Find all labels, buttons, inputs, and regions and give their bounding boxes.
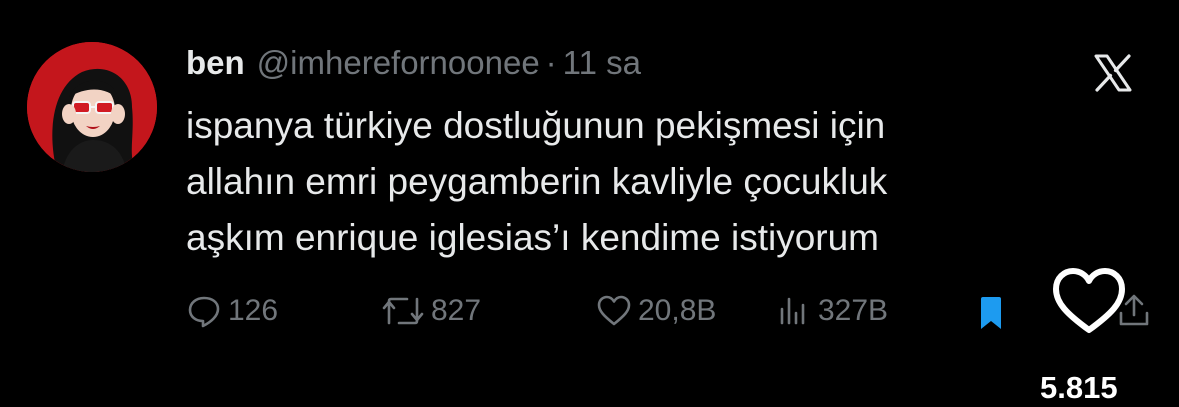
like-count: 20,8B	[638, 294, 717, 327]
retweet-button[interactable]: 827	[381, 288, 481, 334]
separator-dot: ·	[545, 44, 557, 81]
tweet-header: ben @imherefornoonee · 11 sa	[186, 44, 641, 86]
overlay-like-count: 5.815	[1040, 370, 1118, 405]
views-icon	[780, 297, 805, 325]
avatar-illustration-icon	[27, 42, 157, 172]
tweet-text: ispanya türkiye dostluğunun pekişmesi iç…	[186, 98, 1086, 266]
bookmark-button[interactable]	[976, 291, 1006, 337]
retweet-icon	[382, 297, 424, 325]
reply-icon	[188, 296, 220, 328]
tweet-action-bar: 126 827 20,8B 327B	[186, 288, 1149, 337]
like-button[interactable]: 20,8B	[596, 288, 716, 334]
heart-icon	[597, 295, 631, 326]
user-handle[interactable]: @imherefornoonee	[257, 44, 540, 82]
timestamp[interactable]: 11 sa	[563, 44, 641, 82]
views-count: 327B	[818, 294, 889, 327]
bookmark-icon	[981, 297, 1001, 329]
avatar[interactable]	[27, 42, 157, 172]
views-button[interactable]: 327B	[776, 288, 888, 334]
tweet-text-line: allahın emri peygamberin kavliyle çocukl…	[186, 161, 888, 202]
tweet-text-line: aşkım enrique iglesias’ı kendime istiyor…	[186, 217, 879, 258]
reply-count: 126	[228, 294, 279, 327]
display-name[interactable]: ben	[186, 44, 245, 82]
tweet-text-line: ispanya türkiye dostluğunun pekişmesi iç…	[186, 105, 886, 146]
x-logo-icon	[1093, 53, 1133, 93]
reply-button[interactable]: 126	[186, 288, 278, 334]
heart-outline-icon[interactable]	[1051, 266, 1127, 336]
retweet-count: 827	[431, 294, 482, 327]
